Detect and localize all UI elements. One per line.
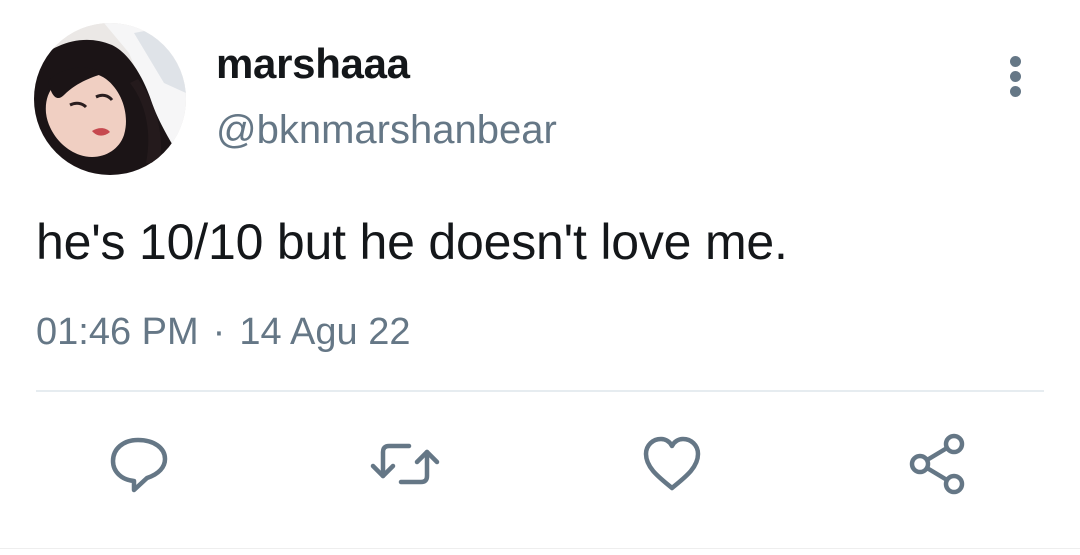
more-vertical-icon	[1010, 56, 1021, 67]
like-button[interactable]	[640, 432, 704, 496]
more-vertical-icon-dot	[1010, 71, 1021, 82]
more-vertical-icon-dot	[1010, 86, 1021, 97]
tweet-meta: 01:46 PM · 14 Agu 22	[36, 311, 410, 354]
retweet-button[interactable]	[369, 432, 440, 496]
tweet-time: 01:46 PM	[36, 311, 199, 353]
heart-icon	[643, 436, 701, 491]
retweet-icon	[370, 443, 440, 485]
meta-separator: ·	[212, 311, 226, 353]
tweet-date: 14 Agu 22	[239, 311, 411, 353]
more-options-button[interactable]	[996, 52, 1040, 100]
tweet-card: marshaaa @bknmarshanbear he's 10/10 but …	[0, 0, 1080, 555]
share-icon	[909, 433, 965, 495]
avatar-image	[34, 23, 186, 175]
reply-bubble-icon	[110, 437, 168, 493]
reply-button[interactable]	[107, 432, 171, 496]
display-name[interactable]: marshaaa	[216, 40, 410, 88]
user-handle[interactable]: @bknmarshanbear	[216, 108, 557, 153]
avatar[interactable]	[34, 23, 186, 175]
share-button[interactable]	[906, 432, 970, 496]
bottom-divider	[0, 548, 1080, 549]
tweet-text: he's 10/10 but he doesn't love me.	[36, 214, 788, 270]
divider	[36, 390, 1044, 392]
